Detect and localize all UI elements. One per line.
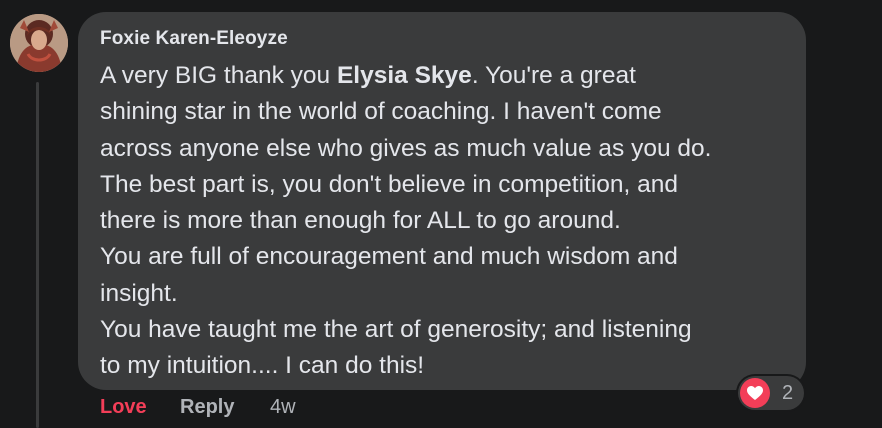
comment-line: You have taught me the art of generosity… xyxy=(100,316,692,344)
comment-line: The best part is, you don't believe in c… xyxy=(100,170,679,198)
comment-line: insight. xyxy=(100,279,178,307)
love-button[interactable]: Love xyxy=(100,396,147,419)
reply-button[interactable]: Reply xyxy=(180,396,234,419)
avatar[interactable] xyxy=(10,14,68,72)
comment-body: A very BIG thank you Elysia Skye. You're… xyxy=(100,58,800,385)
comment-timestamp[interactable]: 4w xyxy=(270,396,296,419)
comment-line: there is more than enough for ALL to go … xyxy=(100,207,621,235)
heart-icon xyxy=(740,378,770,408)
comment-line: across anyone else who gives as much val… xyxy=(100,134,712,162)
reaction-summary[interactable]: 2 xyxy=(738,376,804,410)
mentioned-user-link[interactable]: Elysia Skye xyxy=(337,62,472,89)
comment-text: A very BIG thank you xyxy=(100,62,337,89)
comment-line: A very BIG thank you Elysia Skye. You're… xyxy=(100,58,800,94)
thread-line xyxy=(36,82,39,428)
comment-line: You are full of encouragement and much w… xyxy=(100,243,678,271)
comment-line: to my intuition.... I can do this! xyxy=(100,352,425,380)
avatar-photo-icon xyxy=(10,14,68,72)
comment-text: . You're a great xyxy=(471,62,636,89)
reaction-count: 2 xyxy=(782,382,794,404)
comment-line: shining star in the world of coaching. I… xyxy=(100,98,662,126)
comment-author[interactable]: Foxie Karen-Eleoyze xyxy=(100,28,288,50)
